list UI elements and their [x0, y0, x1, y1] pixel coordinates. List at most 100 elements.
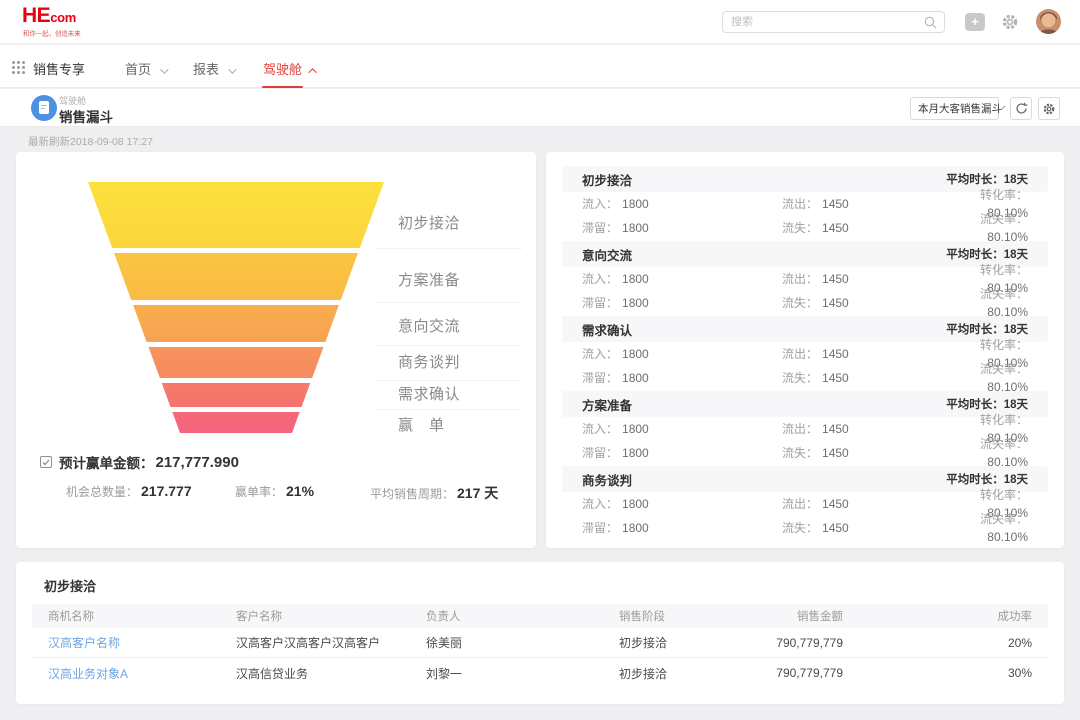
- col-success-rate: 成功率: [843, 608, 1032, 624]
- stat-outflow: 流出：1450: [782, 195, 952, 213]
- stat-loss-rate: 流失率：80.10%: [952, 435, 1028, 471]
- stat-outflow: 流出：1450: [782, 420, 952, 438]
- funnel-stage-label: 商务谈判: [398, 351, 522, 372]
- page-title-bar: 驾驶舱 销售漏斗 本月大客销售漏斗: [0, 89, 1080, 127]
- stat-loss-rate: 流失率：80.10%: [952, 360, 1028, 396]
- stage-section: 初步接洽 平均时长：18天 流入：1800 流出：1450 转化率：80.10%…: [546, 166, 1064, 240]
- funnel-stage-label: 意向交流: [398, 315, 522, 336]
- funnel-label-divider: [376, 345, 522, 346]
- logo-com: com: [50, 10, 76, 25]
- expected-win-amount: 预计赢单金额： 217,777.990: [40, 452, 239, 472]
- success-rate: 30%: [843, 666, 1032, 680]
- stat-stay: 滞留：1800: [582, 444, 782, 462]
- stage-duration: 平均时长：18天: [946, 471, 1028, 487]
- stage-name: 意向交流: [582, 245, 632, 264]
- stat-loss: 流失：1450: [782, 219, 952, 237]
- top-bar: HEcom 和你一起，创造未来 +: [0, 0, 1080, 44]
- stat-loss: 流失：1450: [782, 294, 952, 312]
- col-sales-amount: 销售金额: [739, 608, 843, 624]
- funnel-filter-select[interactable]: 本月大客销售漏斗: [910, 97, 999, 120]
- funnel-label-divider: [376, 302, 522, 303]
- search-input[interactable]: [723, 16, 924, 28]
- stage-name: 初步接洽: [582, 170, 632, 189]
- stat-loss-rate: 流失率：80.10%: [952, 210, 1028, 246]
- funnel-card: 初步接洽 方案准备 意向交流 商务谈判 需求确认 赢 单 预计赢单金额： 217…: [16, 152, 536, 548]
- funnel-segment[interactable]: [88, 253, 384, 300]
- sales-amount: 790,779,779: [739, 636, 843, 650]
- stage-name: 方案准备: [582, 395, 632, 414]
- funnel-segment[interactable]: [88, 347, 384, 378]
- opportunity-table-card: 初步接洽 商机名称 客户名称 负责人 销售阶段 销售金额 成功率 汉高客户名称 …: [16, 562, 1064, 704]
- logo-tagline: 和你一起，创造未来: [23, 29, 81, 38]
- funnel-segment[interactable]: [88, 182, 384, 248]
- stat-opportunity-count: 机会总数量：217.777: [66, 483, 192, 501]
- stat-stay: 滞留：1800: [582, 219, 782, 237]
- stat-win-rate: 赢单率：21%: [235, 483, 314, 501]
- hecom-logo[interactable]: HEcom: [22, 5, 76, 26]
- search-icon[interactable]: [924, 16, 937, 29]
- stat-loss: 流失：1450: [782, 369, 952, 387]
- stat-inflow: 流入：1800: [582, 495, 782, 513]
- filter-selected-value: 本月大客销售漏斗: [918, 101, 1002, 116]
- funnel-segment[interactable]: [88, 383, 384, 407]
- dashboard-doc-icon: [31, 95, 57, 121]
- global-search[interactable]: [722, 11, 945, 33]
- stat-outflow: 流出：1450: [782, 270, 952, 288]
- funnel-stage-label: 赢 单: [398, 414, 522, 435]
- stat-avg-sales-cycle: 平均销售周期：217 天: [370, 483, 498, 503]
- app-launcher-icon[interactable]: [12, 61, 25, 74]
- table-row: 汉高业务对象A 汉高信贷业务 刘黎一 初步接洽 790,779,779 30%: [32, 658, 1048, 688]
- col-customer-name: 客户名称: [236, 608, 426, 624]
- win-amount-label: 预计赢单金额：: [59, 452, 154, 472]
- stage-duration: 平均时长：18天: [946, 171, 1028, 187]
- col-sales-stage: 销售阶段: [619, 608, 739, 624]
- stage-name: 商务谈判: [582, 470, 632, 489]
- win-amount-value: 217,777.990: [156, 454, 239, 471]
- stage-name: 需求确认: [582, 320, 632, 339]
- last-refresh-timestamp: 最新刷新2018-09-08 17:27: [28, 134, 153, 149]
- refresh-button[interactable]: [1010, 97, 1032, 120]
- stat-loss-rate: 流失率：80.10%: [952, 285, 1028, 321]
- table-title: 初步接洽: [44, 576, 96, 595]
- stage-duration: 平均时长：18天: [946, 246, 1028, 262]
- logo-he: HE: [22, 4, 50, 27]
- funnel-segment[interactable]: [88, 412, 384, 433]
- stat-inflow: 流入：1800: [582, 270, 782, 288]
- nav-bar: 销售专享 首页 报表 驾驶舱: [0, 45, 1080, 88]
- funnel-stage-label: 初步接洽: [398, 212, 522, 233]
- stat-inflow: 流入：1800: [582, 420, 782, 438]
- dashboard-settings-button[interactable]: [1038, 97, 1060, 120]
- chevron-up-icon: [308, 68, 316, 76]
- funnel-stage-label: 需求确认: [398, 383, 522, 404]
- opportunity-link[interactable]: 汉高客户名称: [48, 634, 236, 651]
- stat-outflow: 流出：1450: [782, 345, 952, 363]
- col-opportunity-name: 商机名称: [48, 608, 236, 624]
- sales-amount: 790,779,779: [739, 666, 843, 680]
- nav-item-cockpit-active[interactable]: 驾驶舱: [263, 59, 317, 78]
- workspace-label: 销售专享: [33, 59, 85, 78]
- customer-name: 汉高信贷业务: [236, 665, 426, 682]
- stat-loss: 流失：1450: [782, 444, 952, 462]
- stage-section: 需求确认 平均时长：18天 流入：1800 流出：1450 转化率：80.10%…: [546, 316, 1064, 390]
- nav-item-home[interactable]: 首页: [125, 59, 166, 78]
- stage-duration: 平均时长：18天: [946, 321, 1028, 337]
- opportunity-link[interactable]: 汉高业务对象A: [48, 665, 236, 682]
- success-rate: 20%: [843, 636, 1032, 650]
- stat-loss-rate: 流失率：80.10%: [952, 510, 1028, 546]
- owner-name: 徐美丽: [426, 634, 619, 651]
- settings-gear-icon[interactable]: [1001, 13, 1019, 31]
- user-avatar[interactable]: [1036, 9, 1061, 34]
- stage-duration: 平均时长：18天: [946, 396, 1028, 412]
- stage-section: 方案准备 平均时长：18天 流入：1800 流出：1450 转化率：80.10%…: [546, 391, 1064, 465]
- add-button[interactable]: +: [965, 13, 985, 31]
- stat-stay: 滞留：1800: [582, 369, 782, 387]
- page-title: 销售漏斗: [59, 106, 113, 126]
- col-owner: 负责人: [426, 608, 619, 624]
- stat-inflow: 流入：1800: [582, 345, 782, 363]
- stage-section: 意向交流 平均时长：18天 流入：1800 流出：1450 转化率：80.10%…: [546, 241, 1064, 315]
- funnel-stage-label: 方案准备: [398, 269, 522, 290]
- funnel-segment[interactable]: [88, 305, 384, 342]
- table-row: 汉高客户名称 汉高客户汉高客户汉高客户 徐美丽 初步接洽 790,779,779…: [32, 628, 1048, 658]
- funnel-label-divider: [376, 248, 522, 249]
- nav-item-reports[interactable]: 报表: [193, 59, 234, 78]
